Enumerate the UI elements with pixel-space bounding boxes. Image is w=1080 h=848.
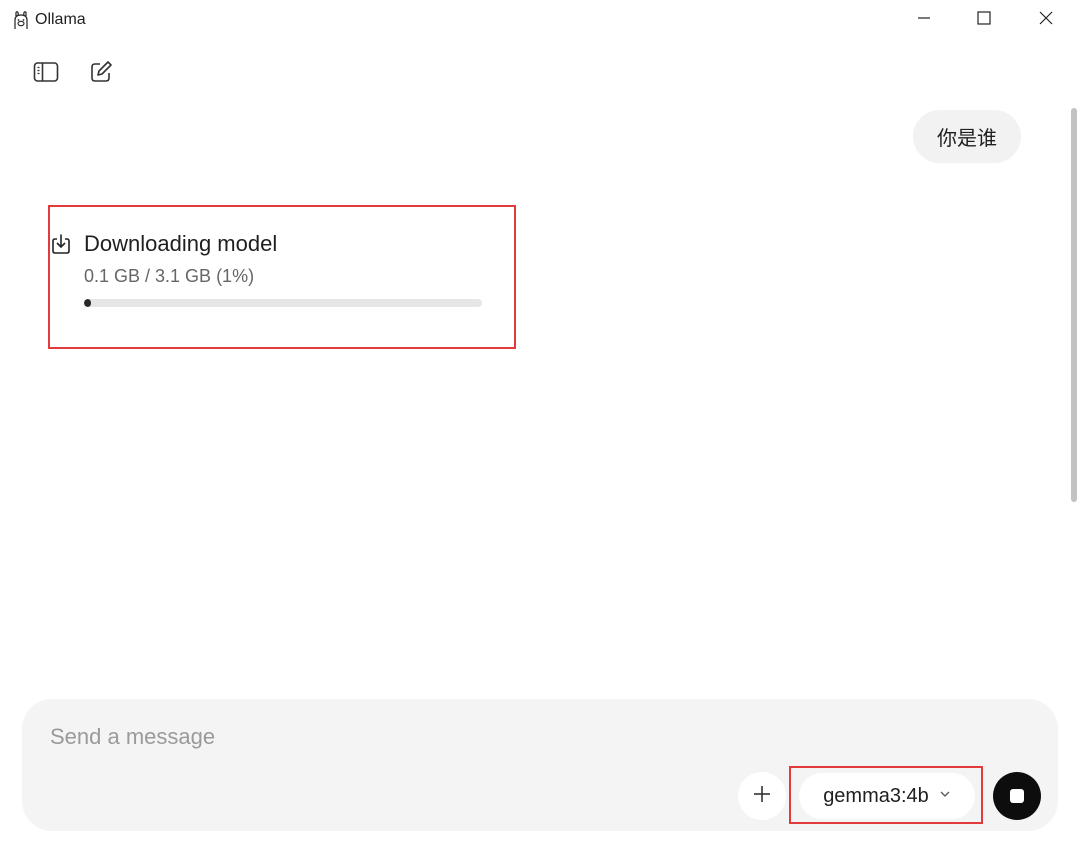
new-chat-button[interactable] (87, 60, 115, 88)
user-message-bubble: 你是谁 (913, 110, 1021, 163)
ollama-window: Ollama 你是谁 Downloading model 0.1 GB / 3.… (0, 0, 1080, 848)
sidebar-toggle-button[interactable] (32, 60, 60, 88)
ollama-llama-icon (11, 10, 31, 30)
model-selector[interactable]: gemma3:4b (799, 773, 975, 819)
message-input[interactable] (50, 722, 950, 752)
download-progress-fill (84, 299, 91, 307)
close-button[interactable] (1028, 6, 1064, 34)
scrollbar-thumb[interactable] (1071, 108, 1077, 502)
minimize-button[interactable] (906, 6, 942, 34)
user-message-text: 你是谁 (937, 126, 997, 150)
window-title: Ollama (35, 11, 86, 28)
download-progress-text: 0.1 GB / 3.1 GB (1%) (84, 266, 255, 286)
maximize-button[interactable] (966, 6, 1002, 34)
stop-button[interactable] (993, 772, 1041, 820)
plus-icon (752, 784, 772, 809)
attach-button[interactable] (738, 772, 786, 820)
minimize-icon (917, 11, 931, 30)
download-icon (50, 233, 72, 255)
maximize-icon (977, 10, 991, 30)
new-chat-icon (89, 60, 113, 89)
model-selected-label: gemma3:4b (823, 784, 929, 807)
chevron-down-icon (939, 787, 951, 805)
title-bar: Ollama (0, 0, 1080, 40)
stop-icon (1010, 789, 1024, 803)
close-icon (1039, 11, 1053, 30)
download-title: Downloading model (84, 231, 278, 256)
sidebar-toggle-icon (33, 61, 59, 88)
download-progress-bar (84, 299, 482, 307)
